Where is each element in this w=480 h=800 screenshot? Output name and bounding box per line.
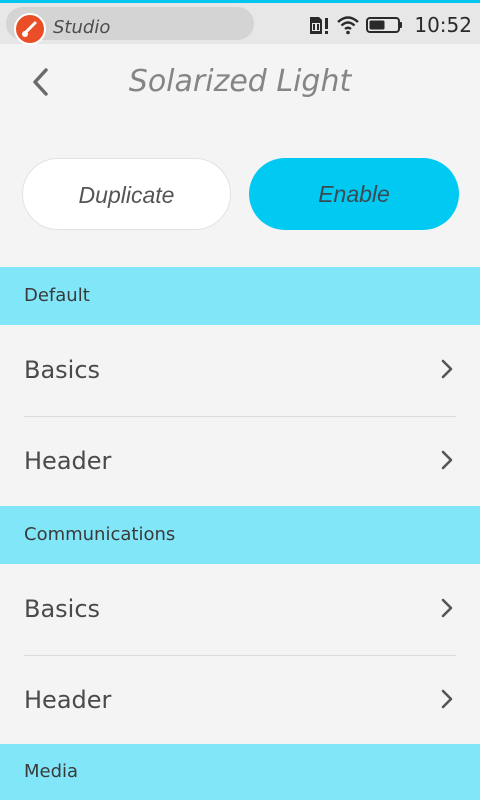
list-item-communications-header[interactable]: Header: [0, 655, 480, 745]
list-item-label: Basics: [24, 356, 101, 384]
list-item-communications-basics[interactable]: Basics: [0, 564, 480, 654]
section-header-communications: Communications: [0, 506, 480, 564]
chevron-right-icon: [441, 450, 453, 470]
status-icons: 10:52: [308, 11, 472, 39]
section-header-default: Default: [0, 267, 480, 325]
list-item-label: Basics: [24, 595, 101, 623]
app-pill[interactable]: Studio: [6, 7, 254, 45]
status-bar: Studio 10:52: [0, 0, 480, 45]
sim-alert-icon: [310, 17, 329, 34]
back-button[interactable]: [22, 60, 58, 104]
duplicate-button[interactable]: Duplicate: [22, 158, 231, 230]
section-header-media: Media: [0, 744, 480, 800]
list-item-label: Header: [24, 686, 112, 714]
app-name: Studio: [53, 17, 111, 38]
chevron-left-icon: [33, 68, 48, 96]
list-item-default-header[interactable]: Header: [0, 416, 480, 506]
chevron-right-icon: [441, 689, 453, 709]
studio-app-icon: [14, 13, 46, 45]
enable-button[interactable]: Enable: [249, 158, 459, 230]
list-item-default-basics[interactable]: Basics: [0, 325, 480, 415]
battery-icon: [366, 17, 403, 33]
chevron-right-icon: [441, 359, 453, 379]
wifi-icon: [337, 16, 360, 35]
list-item-label: Header: [24, 447, 112, 475]
clock: 10:52: [414, 13, 472, 37]
page-title: Solarized Light: [128, 64, 352, 99]
chevron-right-icon: [441, 598, 453, 618]
